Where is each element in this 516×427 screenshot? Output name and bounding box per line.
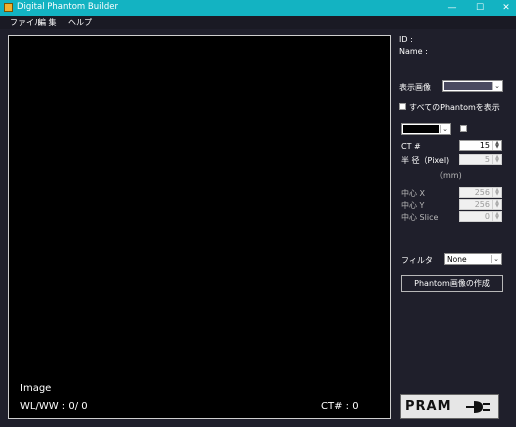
- viewer-ct-readout: CT# : 0: [321, 401, 359, 412]
- radius-spinner[interactable]: 5 ▲ ▼: [459, 154, 502, 165]
- color-option-checkbox[interactable]: [460, 125, 467, 132]
- center-y-value: 256: [474, 200, 490, 209]
- radius-value: 5: [484, 155, 490, 164]
- image-viewer[interactable]: Image WL/WW : 0/ 0 CT# : 0: [8, 35, 391, 419]
- center-x-label: 中心 X: [401, 189, 426, 198]
- maximize-button[interactable]: ☐: [468, 0, 492, 16]
- center-x-value: 256: [474, 188, 490, 197]
- display-image-dropdown[interactable]: ⌄: [442, 80, 503, 92]
- name-label: Name :: [399, 47, 428, 56]
- display-image-label: 表示画像: [399, 83, 431, 92]
- menu-edit[interactable]: 編 集: [38, 17, 57, 28]
- color-dropdown[interactable]: ⌄: [401, 123, 451, 135]
- menu-bar: ファイル 編 集 ヘルプ: [0, 16, 516, 29]
- chevron-down-icon: ⌄: [440, 125, 449, 133]
- viewer-wlww-readout: WL/WW : 0/ 0: [20, 401, 88, 412]
- center-y-label: 中心 Y: [401, 201, 425, 210]
- spinner-arrows-icon[interactable]: ▲ ▼: [492, 200, 501, 209]
- radius-label: 半 径（Pixel): [401, 156, 450, 165]
- center-slice-value: 0: [484, 212, 490, 221]
- spinner-arrows-icon[interactable]: ▲ ▼: [492, 188, 501, 197]
- center-slice-label: 中心 Slice: [401, 213, 439, 222]
- pram-logo: PRAM: [400, 394, 499, 419]
- spinner-arrows-icon[interactable]: ▲ ▼: [492, 141, 501, 150]
- filter-value: None: [447, 255, 467, 264]
- window-title: Digital Phantom Builder: [17, 2, 118, 12]
- ct-value: 15: [479, 141, 490, 150]
- id-label: ID :: [399, 35, 413, 44]
- spinner-arrows-icon[interactable]: ▲ ▼: [492, 155, 501, 164]
- show-all-label: すべてのPhantomを表示: [409, 103, 500, 112]
- filter-label: フィルタ: [401, 256, 433, 265]
- center-y-spinner[interactable]: 256 ▲ ▼: [459, 199, 502, 210]
- color-swatch: [403, 125, 439, 133]
- plug-icon: [466, 401, 490, 413]
- display-image-value: [444, 82, 492, 90]
- center-slice-spinner[interactable]: 0 ▲ ▼: [459, 211, 502, 222]
- create-phantom-button[interactable]: Phantom画像の作成: [401, 275, 503, 292]
- chevron-down-icon: ⌄: [491, 255, 500, 263]
- ct-label: CT #: [401, 142, 421, 151]
- viewer-image-label: Image: [20, 383, 52, 394]
- logo-text: PRAM: [405, 399, 452, 414]
- ct-spinner[interactable]: 15 ▲ ▼: [459, 140, 502, 151]
- menu-help[interactable]: ヘルプ: [68, 17, 92, 28]
- close-button[interactable]: ✕: [494, 0, 516, 16]
- mm-label: （mm): [435, 171, 462, 180]
- title-bar: Digital Phantom Builder — ☐ ✕: [0, 0, 516, 16]
- app-icon: [4, 3, 13, 12]
- filter-dropdown[interactable]: None ⌄: [444, 253, 502, 265]
- center-x-spinner[interactable]: 256 ▲ ▼: [459, 187, 502, 198]
- minimize-button[interactable]: —: [440, 0, 464, 16]
- spinner-arrows-icon[interactable]: ▲ ▼: [492, 212, 501, 221]
- chevron-down-icon: ⌄: [492, 82, 501, 90]
- show-all-checkbox[interactable]: [399, 103, 406, 110]
